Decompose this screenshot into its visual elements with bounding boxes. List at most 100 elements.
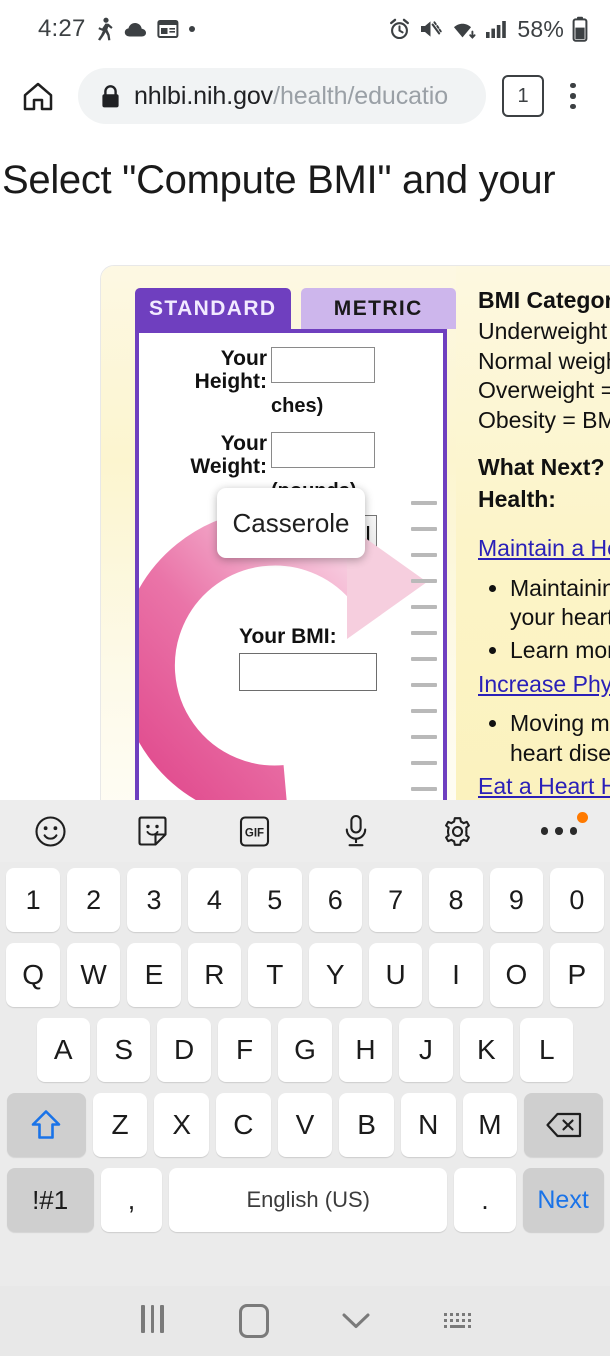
system-navigation-bar xyxy=(0,1286,610,1356)
switch-keyboard-button[interactable] xyxy=(407,1310,509,1332)
tab-metric[interactable]: METRIC xyxy=(300,288,456,329)
key-s[interactable]: S xyxy=(96,1018,151,1082)
key-x[interactable]: X xyxy=(154,1093,210,1157)
menu-dot xyxy=(570,103,576,110)
symbols-key[interactable]: !#1 xyxy=(6,1168,94,1232)
period-key[interactable]: . xyxy=(454,1168,516,1232)
key-l[interactable]: L xyxy=(520,1018,574,1082)
phone-screen: 4:27 58% nhlbi.nih.gov/health/educatio 1… xyxy=(0,0,610,1356)
tab-counter-button[interactable]: 1 xyxy=(502,75,544,117)
home-button[interactable] xyxy=(12,70,64,122)
cloud-icon xyxy=(124,23,146,37)
what-next-title-line1: What Next? Ta xyxy=(478,454,610,481)
next-key[interactable]: Next xyxy=(522,1168,604,1232)
chevron-down-icon xyxy=(342,1313,370,1328)
key-q[interactable]: Q xyxy=(6,943,60,1007)
link-increase-physical-activity[interactable]: Increase Phys xyxy=(478,670,610,699)
key-t[interactable]: T xyxy=(248,943,302,1007)
key-d[interactable]: D xyxy=(157,1018,211,1082)
key-2[interactable]: 2 xyxy=(66,868,121,932)
bmi-category-underweight: Underweight = xyxy=(478,318,610,345)
key-6[interactable]: 6 xyxy=(308,868,362,932)
voice-input-button[interactable] xyxy=(305,800,407,862)
more-options-icon xyxy=(540,827,578,835)
key-7[interactable]: 7 xyxy=(368,868,423,932)
shift-key[interactable] xyxy=(6,1093,86,1157)
link-eat-heart-healthy[interactable]: Eat a Heart H xyxy=(478,772,610,800)
key-8[interactable]: 8 xyxy=(429,868,483,932)
emoji-icon xyxy=(35,815,66,847)
key-g[interactable]: G xyxy=(278,1018,332,1082)
recents-button[interactable] xyxy=(102,1304,204,1338)
status-bar: 4:27 58% xyxy=(0,0,610,58)
gif-button[interactable]: GIF xyxy=(203,800,305,862)
more-options-button[interactable] xyxy=(508,800,610,862)
bmi-result-input[interactable] xyxy=(239,653,377,691)
bmi-categories-title: BMI Categorie xyxy=(478,287,610,313)
key-4[interactable]: 4 xyxy=(187,868,242,932)
key-z[interactable]: Z xyxy=(92,1093,148,1157)
key-5[interactable]: 5 xyxy=(248,868,302,932)
key-n[interactable]: N xyxy=(400,1093,456,1157)
page-heading: Select "Compute BMI" and your xyxy=(2,158,556,202)
keyboard-row-numbers: 1 2 3 4 5 6 7 8 9 0 xyxy=(3,868,607,932)
height-label-line1: Your xyxy=(220,347,267,370)
key-m[interactable]: M xyxy=(462,1093,518,1157)
sticker-button[interactable] xyxy=(102,800,204,862)
autocomplete-suggestion-popup[interactable]: Casserole xyxy=(217,488,365,558)
key-e[interactable]: E xyxy=(127,943,181,1007)
key-k[interactable]: K xyxy=(459,1018,514,1082)
browser-menu-button[interactable] xyxy=(550,73,596,119)
height-input[interactable] xyxy=(271,347,375,383)
key-3[interactable]: 3 xyxy=(127,868,181,932)
key-1[interactable]: 1 xyxy=(6,868,60,932)
key-j[interactable]: J xyxy=(399,1018,453,1082)
comma-key[interactable]: , xyxy=(100,1168,163,1232)
bullet-line1: Maintainin xyxy=(510,574,610,601)
bmi-category-obesity: Obesity = BMI xyxy=(478,406,610,433)
hide-keyboard-button[interactable] xyxy=(305,1311,407,1331)
menu-dot xyxy=(570,93,576,99)
key-v[interactable]: V xyxy=(277,1093,333,1157)
weight-input[interactable] xyxy=(271,432,375,469)
key-o[interactable]: O xyxy=(489,943,544,1007)
key-c[interactable]: C xyxy=(216,1093,271,1157)
home-button-nav[interactable] xyxy=(203,1304,305,1338)
backspace-key[interactable] xyxy=(524,1093,604,1157)
keyboard-toolbar: GIF xyxy=(0,800,610,862)
status-time: 4:27 xyxy=(38,15,86,42)
tab-standard[interactable]: STANDARD xyxy=(135,288,291,329)
key-a[interactable]: A xyxy=(36,1018,90,1082)
home-square-icon xyxy=(239,1304,270,1338)
tab-count-label: 1 xyxy=(517,84,529,107)
key-9[interactable]: 9 xyxy=(489,868,544,932)
bmi-form: Your Height: ches) Your Weight: Your BMI… xyxy=(139,333,443,800)
key-p[interactable]: P xyxy=(550,943,604,1007)
webpage-viewport: Select "Compute BMI" and your STANDARD M… xyxy=(0,134,610,800)
key-i[interactable]: I xyxy=(429,943,483,1007)
cellular-signal-icon xyxy=(486,21,507,38)
key-h[interactable]: H xyxy=(338,1018,393,1082)
keyboard-row-top: Q W E R T Y U I O P xyxy=(3,943,607,1007)
weight-label-line2: Weight: xyxy=(190,455,267,479)
key-y[interactable]: Y xyxy=(308,943,362,1007)
link-maintain-healthy-weight[interactable]: Maintain a He xyxy=(478,534,610,563)
emoji-button[interactable] xyxy=(0,800,102,862)
keyboard-settings-button[interactable] xyxy=(407,800,509,862)
address-bar[interactable]: nhlbi.nih.gov/health/educatio xyxy=(78,68,486,124)
key-u[interactable]: U xyxy=(368,943,423,1007)
height-unit-label: ches) xyxy=(271,395,324,418)
battery-icon xyxy=(572,16,588,42)
bmi-form-frame: Your Height: ches) Your Weight: Your BMI… xyxy=(135,329,447,800)
bmi-category-overweight: Overweight = xyxy=(478,377,610,404)
sticker-icon xyxy=(138,816,167,846)
lock-icon xyxy=(102,84,119,107)
key-f[interactable]: F xyxy=(217,1018,272,1082)
notification-badge-dot xyxy=(577,812,589,823)
key-r[interactable]: R xyxy=(187,943,242,1007)
space-key[interactable]: English (US) xyxy=(169,1168,448,1232)
key-0[interactable]: 0 xyxy=(550,868,604,932)
key-w[interactable]: W xyxy=(66,943,121,1007)
key-b[interactable]: B xyxy=(339,1093,394,1157)
